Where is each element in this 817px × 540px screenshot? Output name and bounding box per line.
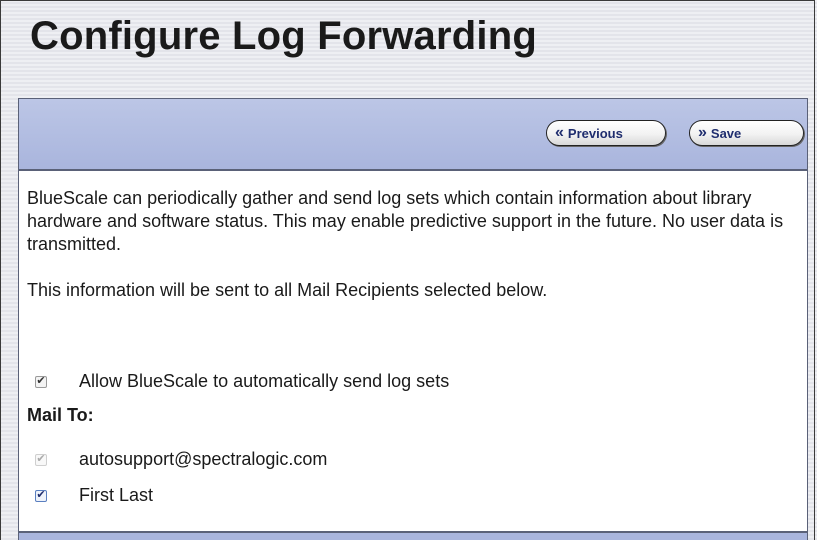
panel-footer-bar <box>19 531 807 540</box>
recipient-row-autosupport: ✔ autosupport@spectralogic.com <box>35 449 327 470</box>
intro-text: BlueScale can periodically gather and se… <box>27 188 784 254</box>
allow-auto-send-label: Allow BlueScale to automatically send lo… <box>79 371 450 391</box>
previous-button[interactable]: « Previous <box>546 120 666 146</box>
save-button-label: Save <box>710 125 742 141</box>
panel-body: BlueScale can periodically gather and se… <box>19 171 807 302</box>
recipient-first-last-label: First Last <box>79 485 154 505</box>
recipient-autosupport-checkbox: ✔ <box>35 453 47 466</box>
config-panel: « Previous » Save BlueScale can periodic… <box>18 98 808 540</box>
save-button[interactable]: » Save <box>689 120 804 146</box>
recipients-note: This information will be sent to all Mai… <box>27 280 548 300</box>
mail-to-label: Mail To: <box>27 405 94 425</box>
recipient-row-first-last: ✔ First Last <box>35 485 153 506</box>
panel-toolbar: « Previous » Save <box>19 99 807 171</box>
recipient-autosupport-label: autosupport@spectralogic.com <box>79 449 328 469</box>
allow-auto-send-row: ✔ Allow BlueScale to automatically send … <box>35 371 449 392</box>
allow-auto-send-checkbox[interactable]: ✔ <box>35 375 47 388</box>
previous-button-label: Previous <box>567 125 623 141</box>
double-chevron-right-icon: » <box>698 124 707 141</box>
recipient-first-last-checkbox[interactable]: ✔ <box>35 489 47 502</box>
double-chevron-left-icon: « <box>555 124 564 141</box>
page-title: Configure Log Forwarding <box>30 14 537 58</box>
